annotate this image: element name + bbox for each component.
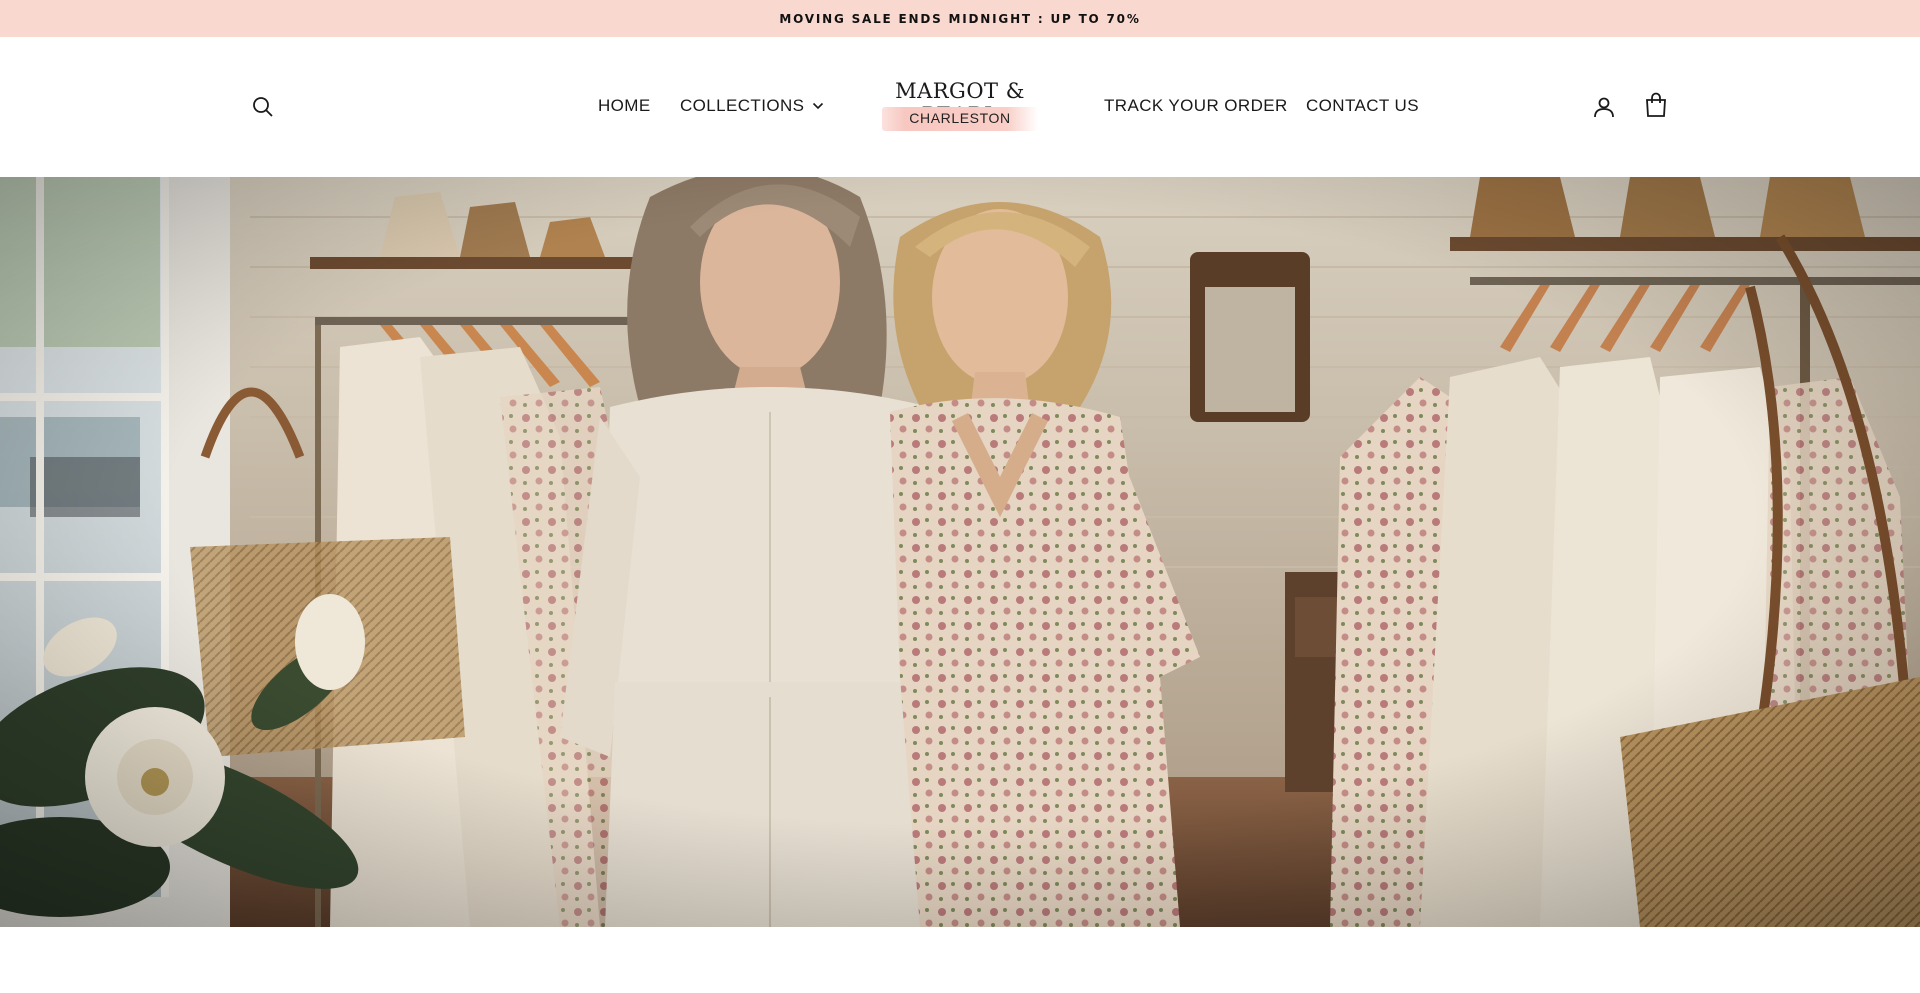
boutique-hero-image	[0, 177, 1920, 927]
chevron-down-icon	[813, 102, 824, 110]
nav-collections-link[interactable]: COLLECTIONS	[680, 96, 824, 116]
hero-banner[interactable]	[0, 177, 1920, 927]
site-header: HOME COLLECTIONS MARGOT & PEARL CHARLEST…	[0, 37, 1920, 177]
nav-collections-label: COLLECTIONS	[680, 96, 805, 115]
page-content-start	[0, 927, 1920, 993]
site-logo[interactable]: MARGOT & PEARL CHARLESTON	[860, 79, 1060, 137]
search-icon	[253, 97, 273, 117]
nav-contact-link[interactable]: CONTACT US	[1306, 96, 1419, 116]
user-icon	[1594, 97, 1614, 118]
announcement-text: MOVING SALE ENDS MIDNIGHT : UP TO 70%	[779, 11, 1141, 26]
cart-button[interactable]	[1640, 89, 1672, 121]
search-button[interactable]	[247, 91, 279, 123]
announcement-bar: MOVING SALE ENDS MIDNIGHT : UP TO 70%	[0, 0, 1920, 37]
nav-home-link[interactable]: HOME	[598, 96, 651, 116]
nav-track-order-link[interactable]: TRACK YOUR ORDER	[1104, 96, 1288, 116]
cart-icon	[1646, 92, 1666, 117]
account-button[interactable]	[1588, 91, 1620, 123]
logo-location: CHARLESTON	[909, 110, 1011, 126]
